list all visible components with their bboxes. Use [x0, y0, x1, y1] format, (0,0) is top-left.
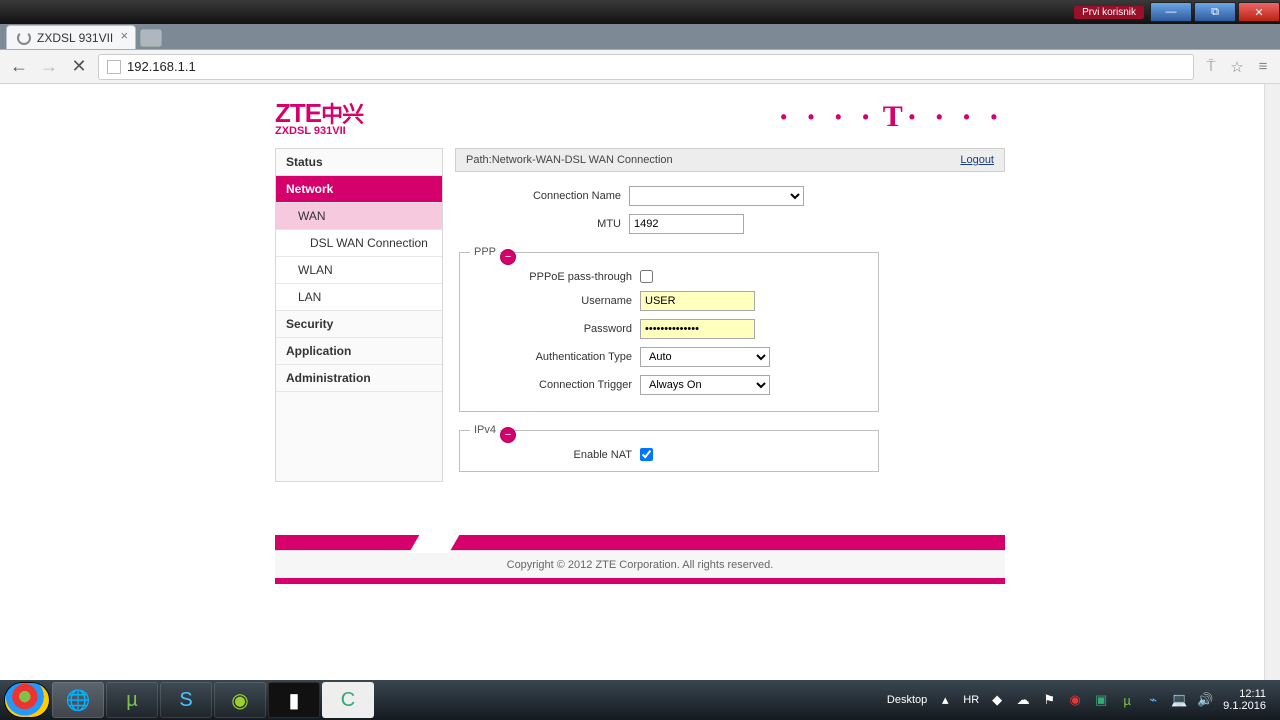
- language-indicator[interactable]: HR: [963, 694, 979, 706]
- start-button[interactable]: [4, 682, 50, 718]
- footer-accent-bar: [275, 532, 1005, 550]
- telekom-logo: • • • •T• • • •: [781, 100, 1005, 134]
- tray-shield-icon[interactable]: ◉: [1067, 692, 1083, 708]
- taskbar-app-terminal[interactable]: ▮: [268, 682, 320, 718]
- new-tab-button[interactable]: [140, 29, 162, 47]
- steam-icon[interactable]: ◆: [989, 692, 1005, 708]
- back-button[interactable]: ←: [8, 56, 30, 78]
- sidebar-item-dsl-wan-connection[interactable]: DSL WAN Connection: [276, 230, 442, 257]
- sidebar-item-wlan[interactable]: WLAN: [276, 257, 442, 284]
- tray-cloud-icon[interactable]: ☁: [1015, 692, 1031, 708]
- window-titlebar: Prvi korisnik — ⧉ ✕: [0, 0, 1280, 24]
- tab-title: ZXDSL 931VII: [37, 31, 113, 45]
- tray-network-icon[interactable]: 💻: [1171, 692, 1187, 708]
- page-viewport: ZTE中兴 ZXDSL 931VII • • • •T• • • • Statu…: [0, 84, 1280, 680]
- logout-link[interactable]: Logout: [960, 154, 994, 166]
- sidebar-item-application[interactable]: Application: [276, 338, 442, 365]
- tray-flag-icon[interactable]: ⚑: [1041, 692, 1057, 708]
- taskbar-app-360[interactable]: ◉: [214, 682, 266, 718]
- window-maximize-button[interactable]: ⧉: [1194, 2, 1236, 22]
- connection-name-label: Connection Name: [459, 190, 629, 202]
- forward-button[interactable]: →: [38, 56, 60, 78]
- sidebar-item-administration[interactable]: Administration: [276, 365, 442, 392]
- mtu-label: MTU: [459, 218, 629, 230]
- password-label: Password: [470, 323, 640, 335]
- mtu-input[interactable]: [629, 214, 744, 234]
- tray-utorrent-icon[interactable]: µ: [1119, 692, 1135, 708]
- pppoe-pt-label: PPPoE pass-through: [470, 271, 640, 283]
- taskbar-app-utorrent[interactable]: µ: [106, 682, 158, 718]
- auth-type-label: Authentication Type: [470, 351, 640, 363]
- stop-button[interactable]: ✕: [68, 56, 90, 78]
- address-bar[interactable]: 192.168.1.1: [98, 54, 1194, 80]
- header-brand-row: ZTE中兴 ZXDSL 931VII • • • •T• • • •: [275, 92, 1005, 142]
- browser-toolbar: ← → ✕ 192.168.1.1 ⍑ ☆ ≡: [0, 50, 1280, 84]
- tray-volume-icon[interactable]: 🔊: [1197, 692, 1213, 708]
- connection-name-select[interactable]: [629, 186, 804, 206]
- main-panel: Path:Network-WAN-DSL WAN Connection Logo…: [455, 148, 1005, 482]
- page-icon: [107, 60, 121, 74]
- sidebar-item-security[interactable]: Security: [276, 311, 442, 338]
- connection-trigger-select[interactable]: Always On: [640, 375, 770, 395]
- sidebar-item-network[interactable]: Network: [276, 176, 442, 203]
- browser-tab[interactable]: ZXDSL 931VII ×: [6, 25, 136, 49]
- taskbar-clock[interactable]: 12:11 9.1.2016: [1223, 688, 1266, 712]
- menu-icon[interactable]: ≡: [1254, 58, 1272, 76]
- collapse-badge-icon[interactable]: −: [500, 427, 516, 443]
- ipv4-fieldset: IPv4 − Enable NAT: [459, 424, 879, 472]
- taskbar-app-chrome[interactable]: 🌐: [52, 682, 104, 718]
- sidebar-item-lan[interactable]: LAN: [276, 284, 442, 311]
- url-text: 192.168.1.1: [127, 59, 196, 74]
- tray-bluetooth-icon[interactable]: ⌁: [1145, 692, 1161, 708]
- sidebar-nav: Status Network WAN DSL WAN Connection WL…: [275, 148, 443, 482]
- connection-trigger-label: Connection Trigger: [470, 379, 640, 391]
- nat-checkbox[interactable]: [640, 448, 653, 461]
- auth-type-select[interactable]: Auto: [640, 347, 770, 367]
- ipv4-legend: IPv4: [470, 424, 500, 436]
- footer-bottom-line: [275, 578, 1005, 584]
- desktop-toolbar-label[interactable]: Desktop: [887, 694, 927, 706]
- system-tray: Desktop ▴ HR ◆ ☁ ⚑ ◉ ▣ µ ⌁ 💻 🔊 12:11 9.1…: [887, 688, 1276, 712]
- tray-camtasia-icon[interactable]: ▣: [1093, 692, 1109, 708]
- window-close-button[interactable]: ✕: [1238, 2, 1280, 22]
- ppp-legend: PPP: [470, 246, 500, 258]
- username-input[interactable]: [640, 291, 755, 311]
- taskbar-app-camtasia[interactable]: C: [322, 682, 374, 718]
- window-minimize-button[interactable]: —: [1150, 2, 1192, 22]
- bookmark-star-icon[interactable]: ☆: [1228, 58, 1246, 76]
- translate-icon[interactable]: ⍑: [1202, 58, 1220, 76]
- windows-taskbar: 🌐 µ S ◉ ▮ C Desktop ▴ HR ◆ ☁ ⚑ ◉ ▣ µ ⌁ 💻…: [0, 680, 1280, 720]
- ppp-fieldset: PPP − PPPoE pass-through Username Passwo…: [459, 246, 879, 412]
- pppoe-pt-checkbox[interactable]: [640, 270, 653, 283]
- sidebar-item-status[interactable]: Status: [276, 149, 442, 176]
- user-tag: Prvi korisnik: [1074, 6, 1144, 19]
- loading-favicon-icon: [17, 31, 31, 45]
- password-input[interactable]: [640, 319, 755, 339]
- breadcrumb: Path:Network-WAN-DSL WAN Connection Logo…: [455, 148, 1005, 172]
- taskbar-app-skype[interactable]: S: [160, 682, 212, 718]
- sidebar-item-wan[interactable]: WAN: [276, 203, 442, 230]
- collapse-badge-icon[interactable]: −: [500, 249, 516, 265]
- browser-tabstrip: ZXDSL 931VII ×: [0, 24, 1280, 50]
- username-label: Username: [470, 295, 640, 307]
- footer-copyright: Copyright © 2012 ZTE Corporation. All ri…: [275, 550, 1005, 578]
- tray-up-icon[interactable]: ▴: [937, 692, 953, 708]
- vertical-scrollbar[interactable]: [1264, 84, 1280, 680]
- tab-close-button[interactable]: ×: [117, 30, 131, 44]
- nat-label: Enable NAT: [470, 449, 640, 461]
